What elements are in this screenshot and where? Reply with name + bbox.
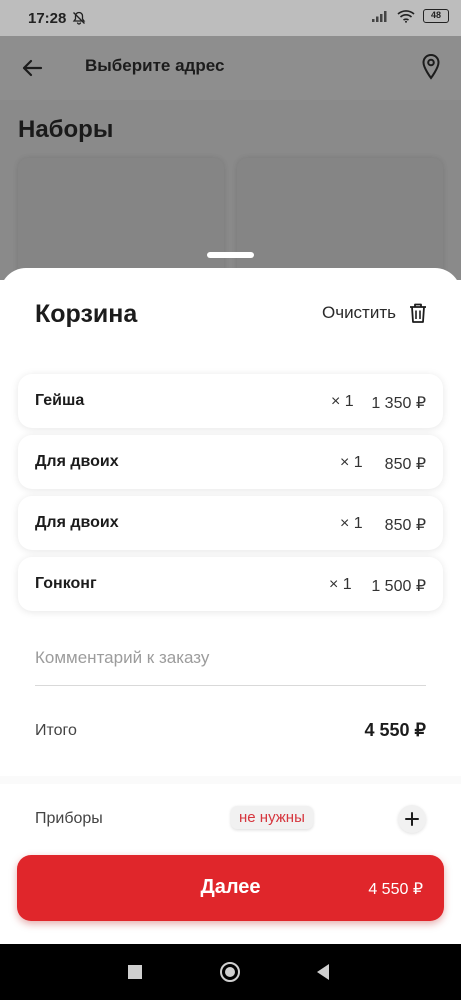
item-name: Гонконг	[35, 575, 97, 592]
item-name: Для двоих	[35, 514, 119, 531]
plus-icon	[405, 812, 419, 826]
cart-title: Корзина	[35, 300, 138, 328]
item-quantity: × 1	[340, 454, 363, 471]
cutlery-label: Приборы	[35, 810, 103, 827]
cutlery-status-badge[interactable]: не нужны	[231, 806, 313, 829]
app-bar: Выберите адрес	[0, 36, 461, 100]
home-button[interactable]	[220, 962, 240, 982]
cart-sheet: Корзина Очистить Гейша × 1 1 350 ₽ Для д…	[0, 268, 461, 944]
item-quantity: × 1	[331, 393, 354, 410]
item-price: 850 ₽	[384, 517, 426, 534]
item-quantity: × 1	[329, 576, 352, 593]
wifi-icon	[397, 10, 415, 23]
cart-item[interactable]: Для двоих × 1 850 ₽	[18, 435, 443, 489]
cart-item[interactable]: Гонконг × 1 1 500 ₽	[18, 557, 443, 611]
add-cutlery-button[interactable]	[398, 805, 426, 833]
bell-off-icon	[72, 11, 86, 25]
cart-items-list: Гейша × 1 1 350 ₽ Для двоих × 1 850 ₽ Дл…	[18, 374, 443, 618]
item-name: Для двоих	[35, 453, 119, 470]
cart-item[interactable]: Для двоих × 1 850 ₽	[18, 496, 443, 550]
system-back-button[interactable]	[317, 964, 329, 980]
status-time: 17:28	[28, 10, 67, 27]
location-pin-icon[interactable]	[419, 53, 443, 81]
section-heading: Наборы	[18, 116, 114, 143]
item-price: 1 350 ₽	[371, 395, 426, 412]
next-button[interactable]: Далее 4 550 ₽	[17, 855, 444, 921]
divider	[0, 776, 461, 784]
recent-apps-button[interactable]	[128, 965, 142, 979]
next-button-sum: 4 550 ₽	[368, 881, 423, 898]
status-icons: 48	[371, 9, 449, 23]
item-price: 850 ₽	[384, 456, 426, 473]
status-bar: 17:28 48	[0, 0, 461, 36]
back-arrow-icon[interactable]	[20, 56, 44, 80]
total-value: 4 550 ₽	[364, 720, 427, 740]
page-title[interactable]: Выберите адрес	[85, 56, 224, 76]
total-row: Итого 4 550 ₽	[35, 720, 427, 740]
clear-cart-label: Очистить	[321, 303, 396, 322]
sheet-drag-handle[interactable]	[207, 252, 254, 258]
trash-icon	[410, 303, 426, 323]
cart-item[interactable]: Гейша × 1 1 350 ₽	[18, 374, 443, 428]
item-name: Гейша	[35, 392, 85, 409]
battery-icon: 48	[423, 9, 449, 23]
item-quantity: × 1	[340, 515, 363, 532]
comment-input[interactable]	[35, 638, 426, 678]
total-label: Итого	[35, 722, 77, 739]
cutlery-row: Приборы не нужны	[35, 805, 426, 833]
comment-field	[35, 638, 426, 686]
item-price: 1 500 ₽	[371, 578, 426, 595]
signal-icon	[372, 11, 387, 22]
system-nav-bar	[0, 944, 461, 1000]
clear-cart-button[interactable]: Очистить	[322, 302, 428, 324]
